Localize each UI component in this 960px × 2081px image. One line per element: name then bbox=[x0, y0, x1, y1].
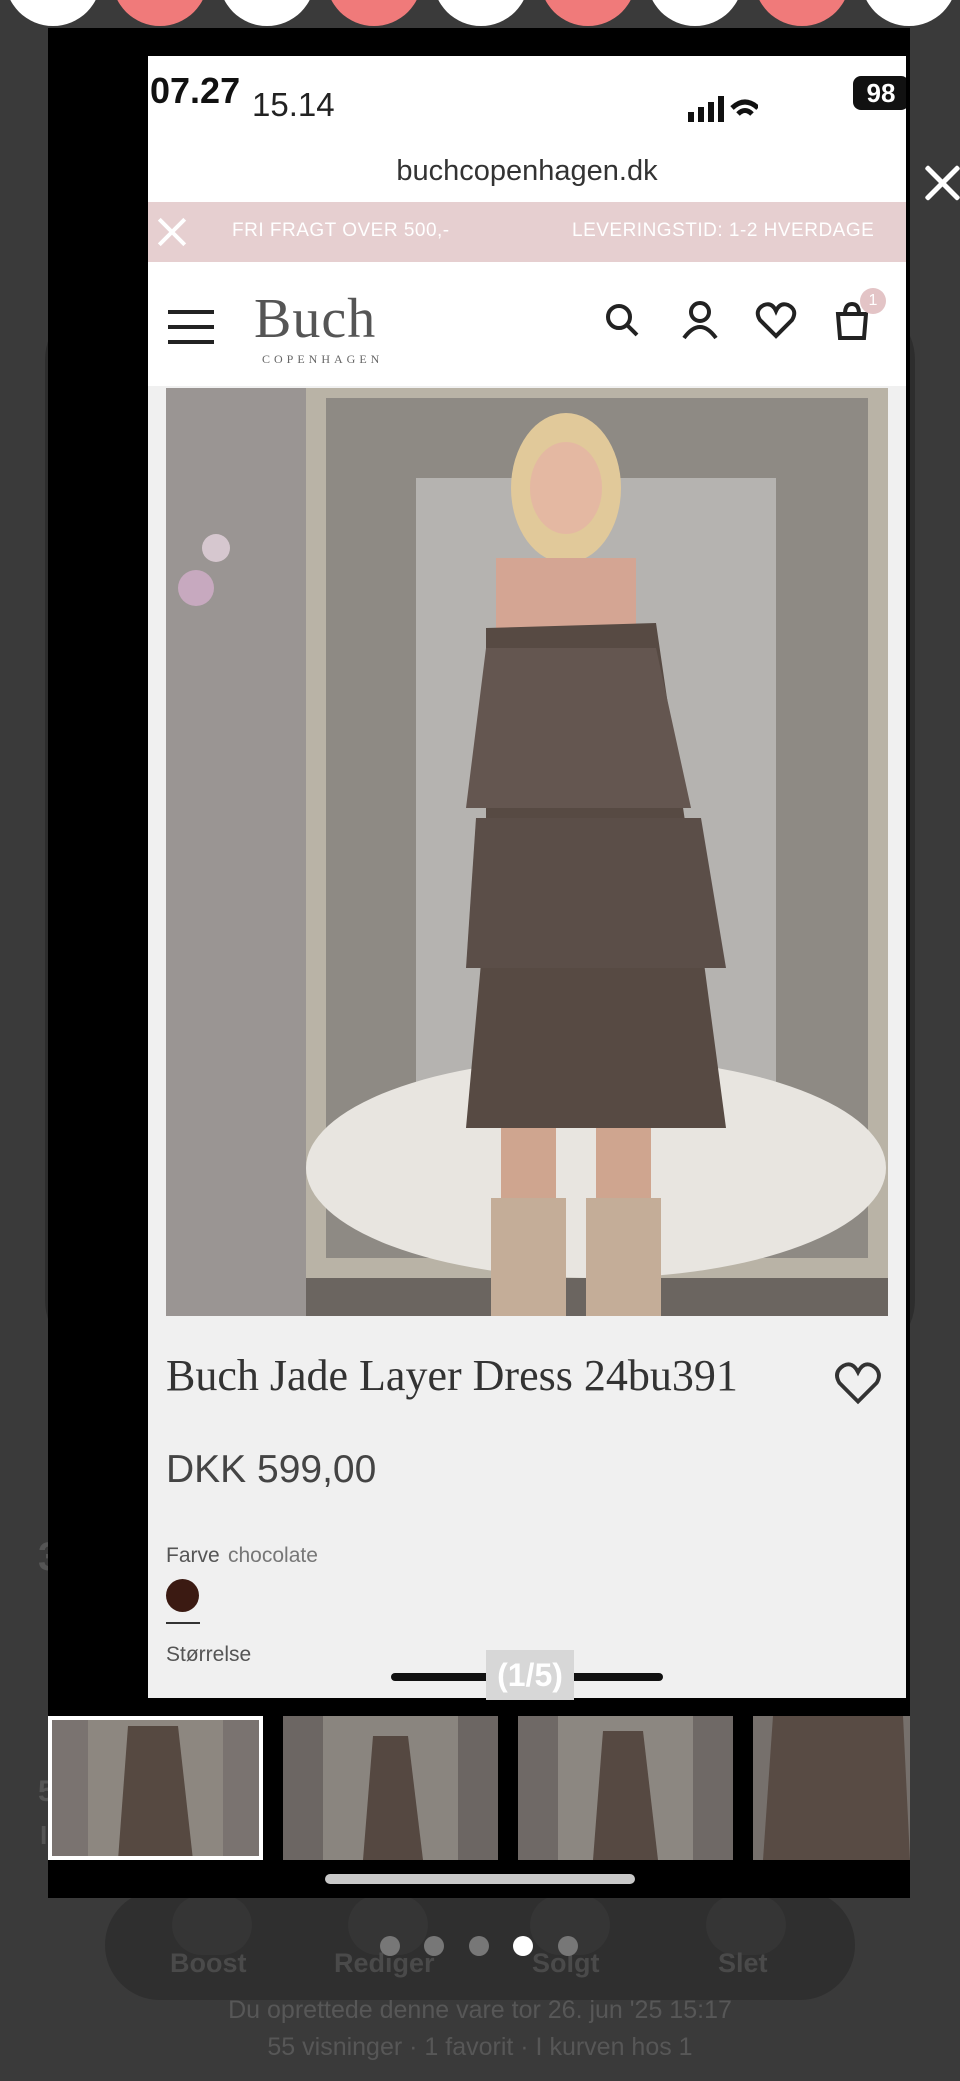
promo-close-icon bbox=[152, 212, 192, 252]
color-swatch bbox=[166, 1579, 199, 1612]
product-photo bbox=[166, 388, 888, 1316]
close-icon[interactable] bbox=[918, 158, 960, 208]
favorite-heart-icon bbox=[835, 1362, 881, 1405]
story-dot bbox=[219, 0, 315, 26]
story-dot bbox=[433, 0, 529, 26]
wishlist-icon bbox=[755, 302, 797, 339]
home-indicator bbox=[325, 1874, 635, 1884]
story-dot bbox=[112, 0, 208, 26]
size-label: Størrelse bbox=[166, 1643, 252, 1666]
gallery-thumbnail[interactable] bbox=[518, 1716, 733, 1860]
story-dot bbox=[861, 0, 957, 26]
menu-icon bbox=[168, 310, 214, 344]
page-dot[interactable] bbox=[380, 1936, 400, 1956]
gallery-counter: (1/5) bbox=[486, 1650, 574, 1700]
account-icon bbox=[682, 301, 718, 340]
page-dot-active[interactable] bbox=[513, 1936, 533, 1956]
delete-icon bbox=[706, 1895, 786, 1955]
brand-logo: Buch bbox=[254, 288, 377, 350]
product-name: Buch Jade Layer Dress 24bu391 bbox=[166, 1351, 738, 1400]
page-dot[interactable] bbox=[424, 1936, 444, 1956]
gallery-thumbnail[interactable] bbox=[283, 1716, 498, 1860]
boost-button[interactable]: Boost bbox=[170, 1948, 247, 1979]
stats-text: 55 visninger · 1 favorit · I kurven hos … bbox=[267, 2033, 693, 2061]
search-icon bbox=[606, 304, 639, 337]
swatch-underline bbox=[166, 1622, 200, 1624]
gallery-thumbnail[interactable] bbox=[753, 1716, 910, 1860]
background-mark: I bbox=[40, 1820, 48, 1850]
status-bar: 15.14 07.27 98 bbox=[148, 56, 906, 136]
image-gallery-overlay: 15.14 07.27 98 buchcopenhagen.dk FRI FRA… bbox=[48, 28, 910, 1898]
gallery-thumbnail-active[interactable] bbox=[48, 1716, 263, 1860]
product-price: DKK 599,00 bbox=[166, 1448, 377, 1491]
promo-banner: FRI FRAGT OVER 500,- LEVERINGSTID: 1-2 H… bbox=[148, 202, 906, 262]
brand-logo-sub: COPENHAGEN bbox=[262, 352, 384, 366]
delete-button[interactable]: Slet bbox=[718, 1948, 768, 1979]
story-dot bbox=[647, 0, 743, 26]
color-label: Farve bbox=[166, 1544, 220, 1567]
story-dot bbox=[5, 0, 101, 26]
story-dot bbox=[540, 0, 636, 26]
page-dot[interactable] bbox=[558, 1936, 578, 1956]
url-text: buchcopenhagen.dk bbox=[396, 155, 658, 187]
story-dot bbox=[326, 0, 422, 26]
story-dots-row bbox=[0, 0, 960, 28]
cart-count-badge: 1 bbox=[860, 288, 886, 314]
signal-icon bbox=[688, 96, 758, 122]
page-dot[interactable] bbox=[469, 1936, 489, 1956]
promo-shipping-text: FRI FRAGT OVER 500,- bbox=[232, 220, 450, 241]
boost-icon bbox=[172, 1895, 252, 1955]
story-dot bbox=[754, 0, 850, 26]
site-header: Buch COPENHAGEN 1 bbox=[148, 262, 906, 386]
color-value: chocolate bbox=[228, 1544, 318, 1567]
created-text: Du oprettede denne vare tor 26. jun '25 … bbox=[228, 1996, 732, 2024]
status-time: 15.14 bbox=[252, 86, 335, 123]
product-screenshot-image: 15.14 07.27 98 buchcopenhagen.dk FRI FRA… bbox=[148, 56, 906, 1698]
battery-indicator: 98 bbox=[853, 76, 906, 110]
status-time-overlay: 07.27 bbox=[150, 70, 241, 111]
promo-delivery-text: LEVERINGSTID: 1-2 HVERDAGE bbox=[572, 220, 875, 241]
